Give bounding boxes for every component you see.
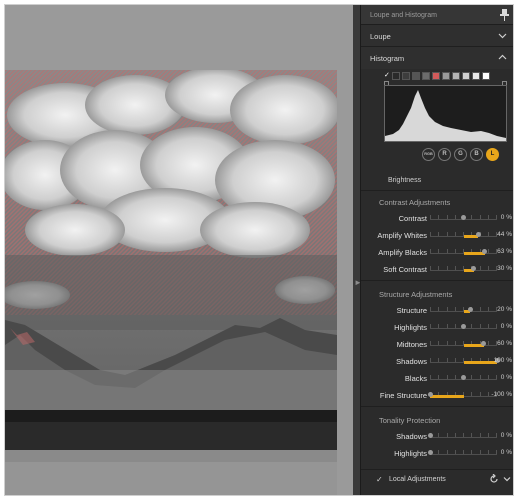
slider-value: 20 % [497, 306, 512, 313]
slider-value: 0 % [500, 432, 512, 439]
slider-label: Blacks [404, 374, 427, 383]
slider-label: Amplify Whites [377, 231, 427, 240]
slider-row: Shadows 100 % [361, 353, 513, 370]
histogram-section-header[interactable]: Histogram [361, 47, 513, 69]
slider-label: Midtones [396, 340, 427, 349]
slider-thumb[interactable] [461, 324, 466, 329]
channel-button-rgb[interactable]: RGB [422, 148, 435, 161]
slider-label: Highlights [394, 323, 427, 332]
slider-label: Shadows [396, 357, 427, 366]
slider-label: Shadows [396, 432, 427, 441]
clipping-swatches[interactable] [382, 72, 490, 81]
slider-row: Blacks 0 % [361, 370, 513, 387]
clipping-swatch[interactable] [432, 72, 440, 80]
channel-button-g[interactable]: G [454, 148, 467, 161]
clipping-swatch[interactable] [462, 72, 470, 80]
reset-icon[interactable] [489, 474, 499, 484]
clipping-swatch[interactable] [452, 72, 460, 80]
slider-row: Amplify Blacks 63 % [361, 244, 513, 261]
panel-header: Loupe and Histogram [361, 5, 513, 25]
slider-row: Highlights 0 % [361, 319, 513, 336]
slider-thumb[interactable] [427, 450, 433, 455]
slider-thumb[interactable] [427, 433, 433, 438]
contrast-section-title[interactable]: Contrast Adjustments [361, 191, 513, 210]
slider-thumb[interactable] [461, 215, 466, 220]
slider-value: 100 % [493, 357, 512, 364]
app-window: ► Loupe and Histogram Loupe Histogram ✓ [4, 4, 514, 496]
pin-icon[interactable] [500, 9, 509, 21]
photo-image [5, 70, 337, 495]
slider-row: Amplify Whites 44 % [361, 227, 513, 244]
slider-value: 60 % [497, 340, 512, 347]
adjustments-panel: Loupe and Histogram Loupe Histogram ✓ RG… [360, 5, 513, 495]
slider-row: Fine Structure -100 % [361, 387, 513, 404]
slider-label: Highlights [394, 449, 427, 458]
slider-label: Structure [396, 306, 427, 315]
clipping-swatch[interactable] [482, 72, 490, 80]
slider-thumb[interactable] [475, 232, 481, 237]
slider-row: Structure 20 % [361, 302, 513, 319]
slider-value: 0 % [500, 323, 512, 330]
clipping-swatch[interactable] [402, 72, 410, 80]
channel-buttons: RGB R G B L [422, 148, 499, 161]
slider-label: Amplify Blacks [378, 248, 427, 257]
slider-value: 30 % [497, 265, 512, 272]
chevron-up-icon[interactable] [498, 53, 507, 62]
slider-thumb[interactable] [427, 392, 433, 397]
channel-button-r[interactable]: R [438, 148, 451, 161]
section-divider [361, 406, 513, 407]
slider-track[interactable] [430, 437, 497, 438]
channel-button-l[interactable]: L [486, 148, 499, 161]
slider-row: Midtones 60 % [361, 336, 513, 353]
slider-ticks [430, 433, 497, 437]
brightness-label: Brightness [388, 177, 422, 184]
slider-label: Soft Contrast [383, 265, 427, 274]
slider-value: 0 % [500, 449, 512, 456]
slider-row: Soft Contrast 30 % [361, 261, 513, 278]
slider-value: 0 % [500, 214, 512, 221]
slider-track[interactable] [430, 454, 497, 455]
clipping-swatch[interactable] [472, 72, 480, 80]
check-icon[interactable]: ✓ [384, 72, 392, 80]
slider-label: Contrast [398, 214, 427, 223]
clipping-swatch[interactable] [392, 72, 400, 80]
slider-value: 0 % [500, 374, 512, 381]
clipping-swatch[interactable] [422, 72, 430, 80]
adjustments-list: Contrast Adjustments Contrast 0 % Amplify W… [361, 191, 513, 462]
section-divider [361, 280, 513, 281]
tonality-section-title[interactable]: Tonality Protection [361, 409, 513, 428]
slider-row: Shadows 0 % [361, 428, 513, 445]
chevron-down-icon[interactable] [498, 31, 507, 40]
local-adjustments-checkbox[interactable]: ✓ [376, 475, 383, 484]
slider-value: -100 % [491, 391, 512, 398]
chevron-down-icon[interactable] [503, 475, 511, 483]
structure-section-title[interactable]: Structure Adjustments [361, 283, 513, 302]
slider-value: 63 % [497, 248, 512, 255]
loupe-label: Loupe [370, 32, 391, 41]
slider-row: Highlights 0 % [361, 445, 513, 462]
histogram-graph [384, 85, 507, 142]
local-adjustments-bar: ✓ Local Adjustments [361, 469, 513, 489]
slider-thumb[interactable] [467, 307, 473, 312]
histogram-box: ✓ RGB R G B L Brightness [361, 69, 513, 191]
slider-value: 44 % [497, 231, 512, 238]
slider-thumb[interactable] [461, 375, 466, 380]
panel-title: Loupe and Histogram [370, 12, 437, 19]
histogram-label: Histogram [370, 54, 405, 63]
slider-ticks [430, 450, 497, 454]
clipping-swatch[interactable] [412, 72, 420, 80]
image-canvas[interactable] [5, 5, 353, 495]
slider-row: Contrast 0 % [361, 210, 513, 227]
slider-label: Fine Structure [379, 391, 427, 400]
channel-button-b[interactable]: B [470, 148, 483, 161]
clipping-swatch[interactable] [442, 72, 450, 80]
slider-fill [430, 395, 464, 398]
loupe-section[interactable]: Loupe [361, 25, 513, 47]
local-adjustments-label: Local Adjustments [389, 476, 446, 483]
photo-preview[interactable] [5, 70, 337, 495]
